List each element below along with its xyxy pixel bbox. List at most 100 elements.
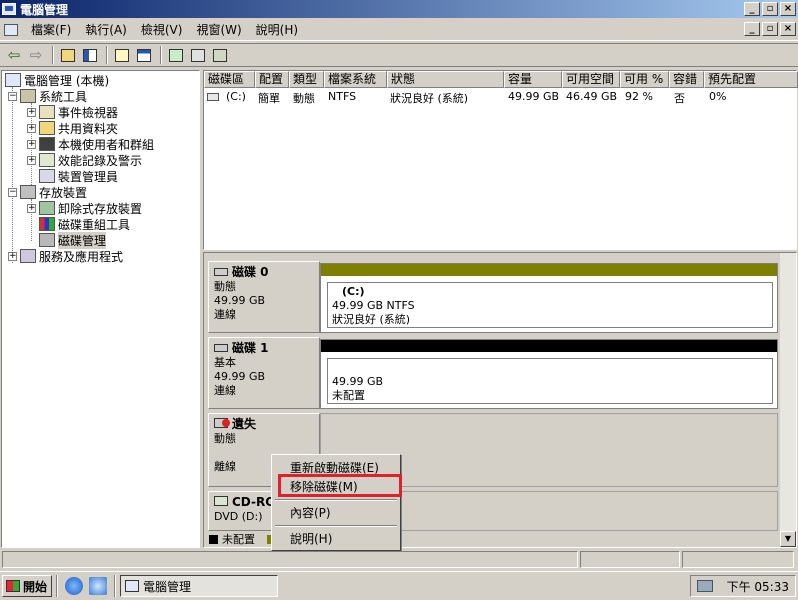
- volume-status: 未配置: [332, 389, 365, 402]
- tree-item-system-tools[interactable]: − 系統工具: [8, 88, 87, 104]
- menu-item-properties[interactable]: 內容(P): [275, 504, 397, 522]
- menu-help[interactable]: 說明(H): [249, 21, 305, 38]
- properties-icon: [137, 48, 151, 62]
- users-icon: [39, 137, 55, 151]
- console-icon[interactable]: [4, 23, 18, 36]
- table-cell: 92 %: [625, 90, 653, 103]
- tree-item-local-users-groups[interactable]: + 本機使用者和群組: [27, 136, 154, 152]
- toolbar-separator: [52, 46, 54, 64]
- up-folder-icon: [61, 48, 75, 62]
- back-button[interactable]: ⇦: [4, 46, 24, 64]
- taskbar: 開始 電腦管理 下午 05:33: [0, 571, 798, 600]
- tree-item-label: 磁碟管理: [58, 231, 107, 249]
- forward-button[interactable]: ⇨: [26, 46, 46, 64]
- disk-name: 磁碟 0: [232, 265, 269, 279]
- disk-type: 基本: [214, 356, 236, 369]
- tree-item-storage[interactable]: − 存放裝置: [8, 184, 87, 200]
- show-hide-tree-button[interactable]: [80, 46, 100, 64]
- console-tree: 電腦管理 (本機) − 系統工具 + 事件檢視器 + 共用資料夾 + 本機使用者…: [1, 70, 200, 548]
- tree-item-label: 存放裝置: [39, 185, 88, 200]
- collapse-icon[interactable]: −: [8, 91, 17, 101]
- disk-name: 遺失: [232, 417, 257, 431]
- disk-size: 49.99 GB: [214, 370, 266, 383]
- expand-icon[interactable]: +: [27, 107, 36, 117]
- disk-management-icon: [39, 233, 55, 247]
- menu-file[interactable]: 檔案(F): [24, 21, 78, 38]
- minimize-button[interactable]: _: [744, 2, 760, 16]
- taskbar-button-label: 電腦管理: [143, 579, 192, 594]
- tree-item-label: 系統工具: [39, 89, 88, 104]
- child-window-controls: _ ▫ ×: [744, 22, 796, 36]
- menu-action[interactable]: 執行(A): [78, 21, 134, 38]
- menu-window[interactable]: 視窗(W): [189, 21, 248, 38]
- up-folder-button[interactable]: [58, 46, 78, 64]
- expand-icon[interactable]: +: [27, 203, 36, 213]
- start-label: 開始: [23, 579, 48, 594]
- toolbar-separator: [106, 46, 108, 64]
- column-header-file-system[interactable]: 檔案系統: [324, 71, 387, 88]
- column-header-overhead[interactable]: 預先配置: [704, 71, 798, 88]
- unallocated-space[interactable]: 49.99 GB 未配置: [320, 339, 778, 409]
- missing-disk-icon: [214, 418, 230, 428]
- volume-bar: [321, 340, 777, 352]
- expand-icon[interactable]: +: [8, 251, 17, 261]
- child-close-button[interactable]: ×: [780, 22, 796, 36]
- internet-explorer-icon[interactable]: [65, 577, 83, 595]
- volume-title: (C:): [342, 285, 365, 298]
- vertical-scrollbar[interactable]: ▼: [780, 253, 796, 547]
- column-header-free-space[interactable]: 可用空間: [562, 71, 620, 88]
- column-header-status[interactable]: 狀態: [387, 71, 504, 88]
- collapse-icon[interactable]: −: [8, 187, 17, 197]
- table-cell: 狀況良好 (系統): [390, 92, 469, 105]
- computer-icon: [5, 73, 21, 87]
- menu-view[interactable]: 檢視(V): [134, 21, 190, 38]
- volume-c[interactable]: (C:) 49.99 GB NTFS 狀況良好 (系統): [320, 263, 778, 333]
- column-header-capacity[interactable]: 容量: [504, 71, 562, 88]
- column-header-type[interactable]: 類型: [289, 71, 324, 88]
- export-button[interactable]: [188, 46, 208, 64]
- properties-button[interactable]: [134, 46, 154, 64]
- help-icon: [115, 48, 129, 62]
- volume-bar: [321, 264, 777, 276]
- column-header-fault-tolerance[interactable]: 容錯: [669, 71, 704, 88]
- menu-separator: [275, 525, 397, 527]
- disk-1-label[interactable]: 磁碟 1 基本 49.99 GB 連線: [208, 337, 320, 409]
- column-header-percent-free[interactable]: 可用 %: [620, 71, 669, 88]
- expand-icon[interactable]: +: [27, 123, 36, 133]
- tree-line: [12, 87, 13, 263]
- close-button[interactable]: ×: [780, 2, 796, 16]
- performance-icon: [39, 153, 55, 167]
- network-icon[interactable]: [696, 580, 713, 592]
- tree-item-disk-defragmenter[interactable]: 磁碟重組工具: [39, 216, 130, 232]
- expand-icon[interactable]: +: [27, 155, 36, 165]
- column-header-layout[interactable]: 配置: [255, 71, 289, 88]
- scroll-down-button[interactable]: ▼: [780, 531, 796, 547]
- system-tools-icon: [20, 89, 36, 103]
- refresh-button[interactable]: [166, 46, 186, 64]
- show-desktop-icon[interactable]: [89, 577, 107, 595]
- clock[interactable]: 下午 05:33: [727, 578, 789, 595]
- tree-item-removable-storage[interactable]: + 卸除式存放裝置: [27, 200, 142, 216]
- taskbar-button-computer-management[interactable]: 電腦管理: [120, 575, 278, 597]
- disk-button[interactable]: [210, 46, 230, 64]
- tree-item-computer-management[interactable]: 電腦管理 (本機): [5, 72, 109, 88]
- unallocated-swatch: [209, 534, 218, 544]
- tree-item-disk-management[interactable]: 磁碟管理: [39, 231, 107, 249]
- tree-item-services-applications[interactable]: + 服務及應用程式: [8, 248, 123, 264]
- menu-item-help[interactable]: 說明(H): [275, 530, 397, 548]
- help-button[interactable]: [112, 46, 132, 64]
- table-cell: NTFS: [328, 90, 357, 103]
- child-minimize-button[interactable]: _: [744, 22, 760, 36]
- child-maximize-button[interactable]: ▫: [762, 22, 778, 36]
- tree-item-event-viewer[interactable]: + 事件檢視器: [27, 104, 118, 120]
- status-pane: [682, 551, 794, 568]
- tree-item-device-manager[interactable]: 裝置管理員: [39, 168, 118, 184]
- toolbar: ⇦ ⇨: [0, 43, 798, 67]
- start-button[interactable]: 開始: [2, 575, 52, 597]
- disk-0-label[interactable]: 磁碟 0 動態 49.99 GB 連線: [208, 261, 320, 333]
- maximize-button[interactable]: ▫: [762, 2, 778, 16]
- tree-item-shared-folders[interactable]: + 共用資料夾: [27, 120, 118, 136]
- expand-icon[interactable]: +: [27, 139, 36, 149]
- tree-item-performance-logs[interactable]: + 效能記錄及警示: [27, 152, 142, 168]
- column-header-volume[interactable]: 磁碟區: [204, 71, 255, 88]
